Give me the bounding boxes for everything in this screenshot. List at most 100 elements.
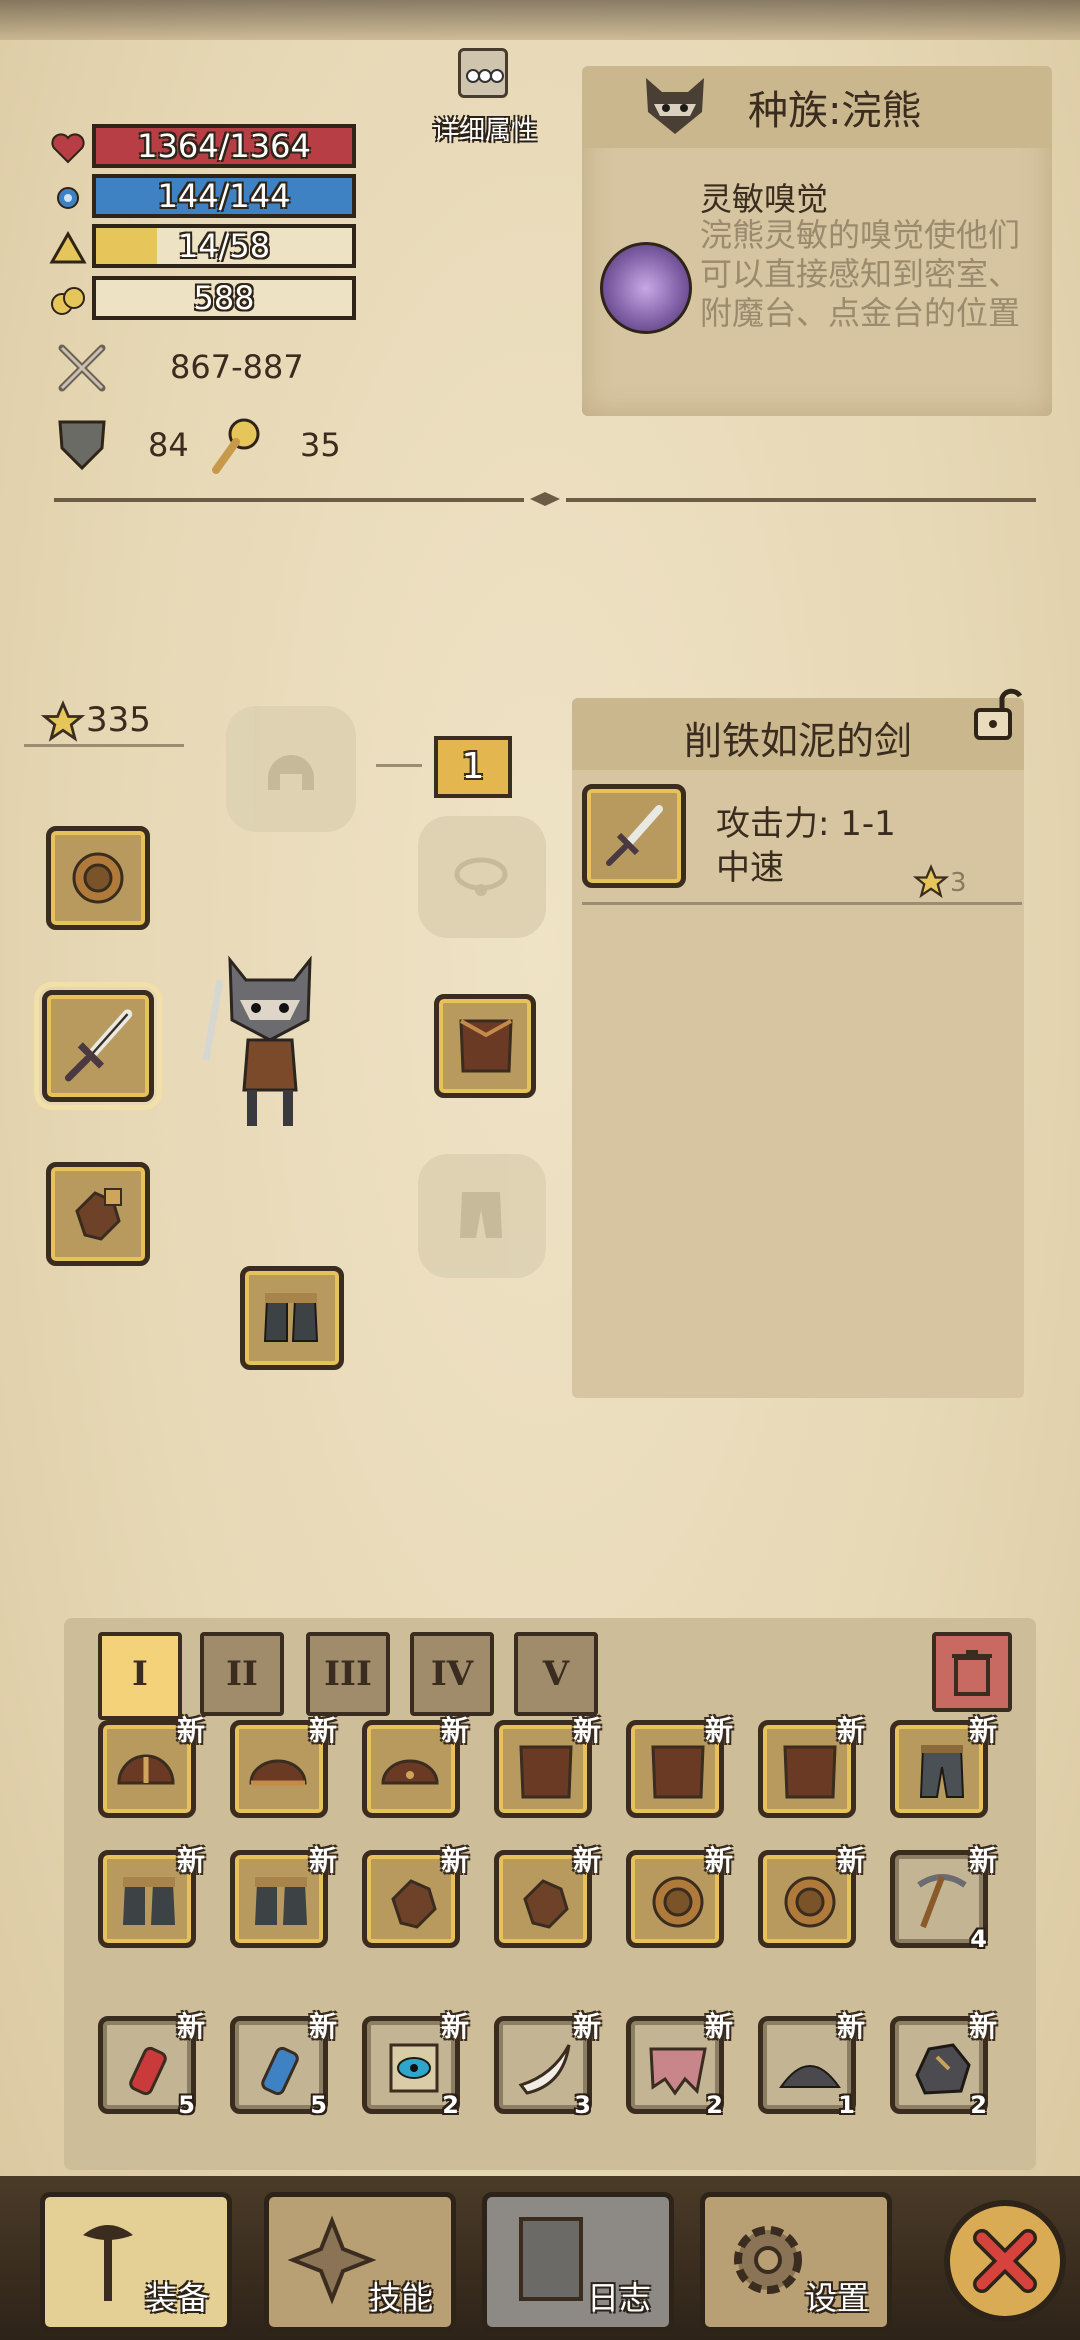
boots-slot[interactable]: [240, 1266, 344, 1370]
inventory-item-wing[interactable]: 新2: [626, 2010, 733, 2119]
inventory-item-boots-2[interactable]: 新: [230, 1844, 337, 1948]
inventory-item-ore[interactable]: 新2: [890, 2010, 997, 2119]
level-triangle-icon: [49, 230, 87, 264]
new-badge: 新: [836, 2010, 865, 2043]
xp-bar: 14/58: [92, 224, 356, 268]
new-badge: 新: [572, 2010, 601, 2043]
item-count: 4: [970, 1925, 987, 1953]
trash-icon: [952, 1650, 992, 1696]
new-badge: 新: [572, 1844, 601, 1877]
detail-attributes-button[interactable]: [458, 48, 508, 98]
fang-icon: [518, 2044, 571, 2095]
nav-settings[interactable]: 设置: [700, 2192, 892, 2332]
new-badge: 新: [836, 1714, 865, 1747]
inventory-item-cap[interactable]: 新: [230, 1714, 337, 1818]
gloves-icon: [523, 1879, 569, 1929]
shield-icon: [58, 420, 106, 471]
unlock-icon[interactable]: [972, 686, 1022, 742]
helmet-slot[interactable]: [226, 706, 356, 832]
inventory-tab-3[interactable]: III: [306, 1632, 390, 1716]
item-count: 2: [442, 2091, 459, 2119]
inventory-item-armor-3[interactable]: 新: [758, 1714, 865, 1818]
raccoon-character: [202, 955, 312, 1126]
raccoon-head-icon: [646, 78, 704, 134]
inventory-tab-5[interactable]: V: [514, 1632, 598, 1716]
nav-log[interactable]: 日志: [482, 2192, 674, 2332]
xp-value: 14/58: [177, 227, 271, 265]
item-preview: [582, 784, 686, 888]
nav-equipment-label: 装备: [144, 2279, 209, 2317]
pants-icon: [919, 1745, 965, 1798]
nav-skills[interactable]: 技能: [264, 2192, 456, 2332]
amulet-placeholder-icon: [454, 857, 508, 896]
ring-icon: [652, 1876, 704, 1928]
item-count: 2: [970, 2091, 987, 2119]
nav-settings-label: 设置: [804, 2279, 869, 2317]
inventory-item-tooth[interactable]: 新3: [494, 2010, 601, 2119]
new-badge: 新: [308, 1844, 337, 1877]
sense-ability-icon[interactable]: [600, 242, 692, 334]
helmet-icon: [117, 1754, 175, 1785]
cap-icon: [249, 1759, 307, 1786]
close-icon: [973, 2229, 1037, 2293]
sword-icon: [64, 1009, 133, 1082]
weapon-slot[interactable]: [34, 982, 162, 1110]
new-badge: 新: [308, 1714, 337, 1747]
axe-icon: [83, 2225, 133, 2301]
ore-icon: [915, 2043, 971, 2095]
log-book-icon: [519, 2217, 583, 2301]
inventory-item-red-potion[interactable]: 新5: [98, 2010, 205, 2119]
inventory-tab-1[interactable]: I: [98, 1632, 182, 1720]
item-name: 削铁如泥的剑: [683, 719, 912, 763]
star-icon: [912, 864, 950, 899]
new-badge: 新: [704, 1714, 733, 1747]
item-info-divider: [582, 902, 1022, 905]
attack-value: 867-887: [170, 348, 304, 386]
ring-slot[interactable]: [46, 826, 150, 930]
inventory-item-gloves-2[interactable]: 新: [494, 1844, 601, 1948]
inventory-item-pickaxe[interactable]: 新4: [890, 1844, 997, 1953]
heart-icon: [51, 133, 85, 164]
new-badge: 新: [704, 2010, 733, 2043]
armor-slot[interactable]: [434, 994, 536, 1098]
inventory-item-pants[interactable]: 新: [890, 1714, 997, 1818]
ability-description: 浣熊灵敏的嗅觉使他们可以直接感知到密室、附魔台、点金台的位置: [700, 216, 1021, 332]
new-badge: 新: [836, 1844, 865, 1877]
nav-equipment[interactable]: 装备: [40, 2192, 232, 2332]
inventory-tab-4[interactable]: IV: [410, 1632, 494, 1716]
inventory-item-blue-potion[interactable]: 新5: [230, 2010, 337, 2119]
star-icon: [40, 700, 86, 742]
gear-score: 335: [86, 700, 151, 740]
food-icon: [51, 287, 85, 315]
item-count: 1: [838, 2091, 855, 2119]
race-title: 种族:浣熊: [748, 88, 922, 134]
top-edge: [0, 0, 1080, 40]
inventory-item-armor[interactable]: 新: [494, 1714, 601, 1818]
inventory-item-scroll[interactable]: 新2: [362, 2010, 469, 2119]
new-badge: 新: [572, 1714, 601, 1747]
inventory-item-powder[interactable]: 新1: [758, 2010, 865, 2119]
new-badge: 新: [176, 1714, 205, 1747]
new-badge: 新: [968, 2010, 997, 2043]
luck-value: 35: [300, 426, 341, 464]
defense-value: 84: [148, 426, 189, 464]
item-star-count: 3: [950, 868, 967, 898]
inventory-item-helmet[interactable]: 新: [98, 1714, 205, 1818]
new-badge: 新: [308, 2010, 337, 2043]
trash-button[interactable]: [932, 1632, 1012, 1712]
pants-slot[interactable]: [418, 1154, 546, 1278]
inventory-tab-2[interactable]: II: [200, 1632, 284, 1716]
inventory-item-gloves[interactable]: 新: [362, 1844, 469, 1948]
armor-icon: [459, 1019, 513, 1073]
inventory-item-cap-2[interactable]: 新: [362, 1714, 469, 1818]
gloves-slot[interactable]: [46, 1162, 150, 1266]
inventory-item-armor-2[interactable]: 新: [626, 1714, 733, 1818]
amulet-slot[interactable]: [418, 816, 546, 938]
close-button[interactable]: [944, 2200, 1066, 2322]
inventory-item-ring[interactable]: 新: [626, 1844, 733, 1948]
new-badge: 新: [440, 2010, 469, 2043]
inventory-item-ring-2[interactable]: 新: [758, 1844, 865, 1948]
inventory-item-boots[interactable]: 新: [98, 1844, 205, 1948]
detail-attributes-label[interactable]: 详细属性: [420, 110, 550, 147]
food-value: 588: [193, 279, 255, 317]
